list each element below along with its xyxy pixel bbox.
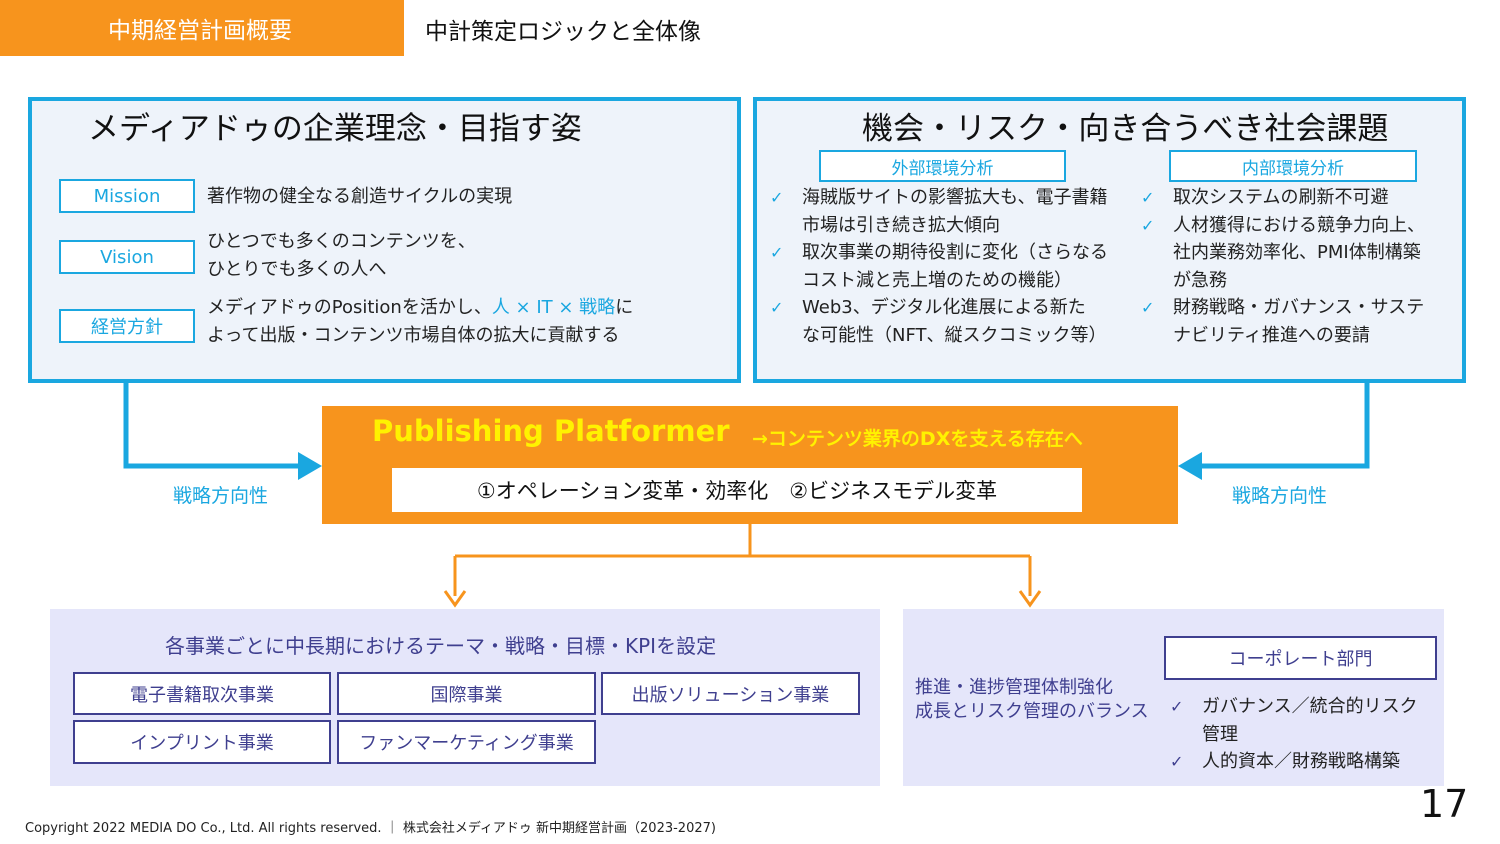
list-item: ✓ 海賊版サイトの影響拡大も、電子書籍 市場は引き続き拡大傾向 [770,184,1140,239]
item-line: な可能性（NFT、縦スクコミック等） [802,324,1107,346]
check-icon: ✓ [1141,188,1155,207]
external-analysis-label: 外部環境分析 [819,150,1066,182]
internal-analysis-label: 内部環境分析 [1169,150,1417,182]
list-item: ✓ 人的資本／財務戦略構築 [1170,748,1440,776]
item-line: が急務 [1173,269,1227,291]
check-icon: ✓ [1170,752,1184,771]
platform-subtitle: →コンテンツ業界のDXを支える存在へ [752,428,1083,450]
item-line: ガバナンス／統合的リスク [1202,696,1418,717]
vision-text: ひとつでも多くのコンテンツを、 ひとりでも多くの人へ [207,228,476,284]
corporate-list: ✓ ガバナンス／統合的リスク 管理 ✓ 人的資本／財務戦略構築 [1170,693,1440,776]
list-item: ✓ 取次システムの刷新不可避 [1141,184,1451,212]
vision-line-1: ひとつでも多くのコンテンツを、 [207,231,476,252]
external-analysis-list: ✓ 海賊版サイトの影響拡大も、電子書籍 市場は引き続き拡大傾向 ✓ 取次事業の期待役割… [770,184,1140,349]
left-strategy-arrow-icon [123,383,302,469]
policy-line-1-pre: メディアドゥのPositionを活かし、 [207,297,492,318]
item-line: 人材獲得における競争力向上、 [1173,214,1425,236]
item-line: 取次システムの刷新不可避 [1173,187,1389,208]
transformation-bar: ①オペレーション変革・効率化 ②ビジネスモデル変革 [392,468,1082,512]
item-line: 海賊版サイトの影響拡大も、電子書籍 [802,187,1108,208]
platform-title: Publishing Platformer [372,414,730,448]
business-box: ファンマーケティング事業 [337,720,596,764]
policy-line-1-post: に [615,297,634,318]
left-arrowhead-icon [298,452,322,480]
governance-line-2: 成長とリスク管理のバランス [915,701,1149,722]
item-line: 社内業務効率化、PMI体制構築 [1173,242,1421,263]
policy-line-2: よって出版・コンテンツ市場自体の拡大に貢献する [207,325,620,346]
vision-line-2: ひとりでも多くの人へ [207,259,387,280]
governance-text: 推進・進捗管理体制強化 成長とリスク管理のバランス [915,676,1149,724]
policy-label: 経営方針 [59,309,195,343]
item-line: 人的資本／財務戦略構築 [1202,751,1400,772]
right-strategy-arrow-icon [1198,383,1370,469]
vision-label: Vision [59,240,195,274]
item-line: 市場は引き続き拡大傾向 [802,214,1000,236]
philosophy-heading: メディアドゥの企業理念・目指す姿 [88,111,582,147]
item-line: 取次事業の期待役割に変化（さらなる [802,242,1108,263]
policy-highlight: 人 × IT × 戦略 [491,297,616,318]
left-strategy-label: 戦略方向性 [173,485,269,507]
item-line: 財務戦略・ガバナンス・サステ [1173,297,1425,318]
internal-analysis-list: ✓ 取次システムの刷新不可避 ✓ 人材獲得における競争力向上、 社内業務効率化、PMI… [1141,184,1451,349]
item-line: 管理 [1202,723,1238,745]
mission-text: 著作物の健全なる創造サイクルの実現 [207,186,513,207]
business-box: 電子書籍取次事業 [73,672,331,715]
check-icon: ✓ [1141,215,1155,235]
right-arrowhead-icon [1178,452,1202,480]
check-icon: ✓ [1141,298,1155,317]
check-icon: ✓ [770,188,784,207]
list-item: ✓ Web3、デジタル化進展による新た な可能性（NFT、縦スクコミック等） [770,294,1140,349]
policy-text: メディアドゥのPositionを活かし、人 × IT × 戦略に よって出版・コ… [207,294,633,350]
corporate-dept-box: コーポレート部門 [1164,636,1437,680]
list-item: ✓ 人材獲得における競争力向上、 社内業務効率化、PMI体制構築 が急務 [1141,212,1451,295]
item-line: Web3、デジタル化進展による新た [802,297,1086,318]
mission-label: Mission [59,179,195,213]
business-box: インプリント事業 [73,720,331,764]
policy-line-1: メディアドゥのPositionを活かし、人 × IT × 戦略に [207,294,633,322]
business-heading: 各事業ごとに中長期におけるテーマ・戦略・目標・KPIを設定 [165,634,717,658]
check-icon: ✓ [1170,697,1184,716]
business-box: 出版ソリューション事業 [601,672,860,715]
check-icon: ✓ [770,243,784,262]
list-item: ✓ 財務戦略・ガバナンス・サステ ナビリティ推進への要請 [1141,294,1451,349]
business-box: 国際事業 [337,672,596,715]
copyright-footer: Copyright 2022 MEDIA DO Co., Ltd. All ri… [25,821,716,836]
governance-line-1: 推進・進捗管理体制強化 [915,677,1113,698]
list-item: ✓ 取次事業の期待役割に変化（さらなる コスト減と売上増のための機能） [770,239,1140,294]
page-number: 17 [1420,782,1469,826]
item-line: ナビリティ推進への要請 [1173,324,1370,346]
item-line: コスト減と売上増のための機能） [802,269,1072,291]
right-strategy-label: 戦略方向性 [1232,485,1328,507]
issues-heading: 機会・リスク・向き合うべき社会課題 [862,111,1389,147]
list-item: ✓ ガバナンス／統合的リスク 管理 [1170,693,1440,748]
check-icon: ✓ [770,298,784,317]
